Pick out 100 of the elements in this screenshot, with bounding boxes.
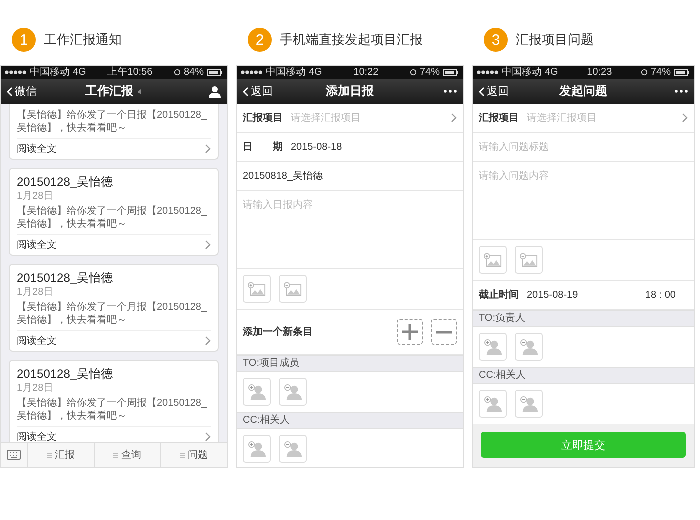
remove-picture-button[interactable] bbox=[515, 246, 543, 274]
person-icon bbox=[284, 440, 302, 458]
chevron-right-icon bbox=[682, 113, 688, 123]
person-icon bbox=[284, 384, 302, 400]
picture-icon bbox=[248, 282, 266, 296]
back-button[interactable]: 返回 bbox=[243, 84, 273, 99]
picture-icon bbox=[484, 252, 502, 268]
battery-icon bbox=[674, 69, 690, 76]
card-title: 20150128_吴怡德 bbox=[17, 174, 114, 190]
remove-picture-button[interactable] bbox=[279, 275, 307, 303]
chevron-right-icon bbox=[205, 336, 211, 346]
section-header: TO:项目成员 bbox=[237, 355, 463, 372]
more-icon[interactable] bbox=[444, 90, 457, 93]
add-picture-button[interactable] bbox=[243, 275, 271, 303]
minus-icon bbox=[436, 330, 452, 334]
tab-button[interactable]: 问题 bbox=[160, 443, 227, 467]
picture-icon bbox=[520, 252, 538, 268]
back-button[interactable]: 返回 bbox=[479, 84, 509, 99]
battery-percent: 84% bbox=[184, 66, 204, 79]
title-field[interactable]: 请输入问题标题 bbox=[479, 142, 688, 152]
person-icon bbox=[248, 440, 266, 458]
picture-icon bbox=[284, 282, 302, 296]
read-more-link[interactable]: 阅读全文 bbox=[17, 238, 57, 252]
plus-icon bbox=[402, 324, 418, 340]
remove-person-button[interactable] bbox=[515, 390, 543, 418]
chevron-left-icon bbox=[479, 86, 485, 96]
menu-icon bbox=[180, 452, 186, 458]
card-title: 20150128_吴怡德 bbox=[17, 270, 114, 286]
step-number: 3 bbox=[484, 28, 508, 52]
person-icon[interactable] bbox=[209, 86, 221, 98]
screen-title: 发起问题 bbox=[560, 83, 608, 100]
add-person-button[interactable] bbox=[479, 390, 507, 418]
card-date: 1月28日 bbox=[17, 382, 55, 395]
network-label: 4G bbox=[73, 66, 86, 79]
step-number: 1 bbox=[12, 28, 36, 52]
project-select[interactable]: 汇报项目 请选择汇报项目 bbox=[473, 104, 694, 133]
status-time: 10:23 bbox=[586, 66, 614, 79]
chevron-right-icon bbox=[451, 113, 457, 123]
title-field[interactable]: 20150818_吴怡德 bbox=[243, 170, 457, 182]
card-message: 【吴怡德】给你发了一个月报【20150128_吴怡德】，快去看看吧～ bbox=[17, 301, 208, 327]
card-message: 【吴怡德】给你发了一个周报【20150128_吴怡德】，快去看看吧～ bbox=[17, 397, 208, 423]
person-icon bbox=[484, 338, 502, 356]
add-person-button[interactable] bbox=[243, 378, 271, 406]
deadline-date[interactable]: 2015-08-19 bbox=[527, 290, 578, 300]
mute-icon bbox=[136, 88, 142, 94]
chevron-left-icon bbox=[7, 86, 13, 96]
person-icon bbox=[520, 338, 538, 356]
back-button[interactable]: 微信 bbox=[7, 84, 37, 99]
more-icon[interactable] bbox=[675, 90, 688, 93]
card-date: 1月28日 bbox=[17, 190, 55, 203]
tab-button[interactable]: 汇报 bbox=[27, 443, 94, 467]
read-more-link[interactable]: 阅读全文 bbox=[17, 430, 57, 442]
signal-icon bbox=[241, 70, 263, 75]
status-time: 10:22 bbox=[352, 66, 380, 79]
menu-icon bbox=[46, 452, 52, 458]
battery-icon bbox=[207, 69, 223, 76]
chevron-left-icon bbox=[243, 86, 249, 96]
step-caption: 汇报项目问题 bbox=[516, 31, 594, 49]
project-field[interactable]: 请选择汇报项目 bbox=[527, 112, 674, 124]
step-caption: 工作汇报通知 bbox=[44, 31, 122, 49]
remove-person-button[interactable] bbox=[515, 333, 543, 361]
card-title: 20150128_吴怡德 bbox=[17, 366, 114, 382]
carrier-label: 中国移动 bbox=[266, 66, 306, 79]
remove-person-button[interactable] bbox=[279, 378, 307, 406]
project-field[interactable]: 请选择汇报项目 bbox=[291, 112, 443, 124]
add-person-button[interactable] bbox=[479, 333, 507, 361]
chevron-right-icon bbox=[205, 240, 211, 250]
remove-item-button[interactable] bbox=[431, 319, 457, 345]
signal-icon bbox=[477, 70, 499, 75]
add-picture-button[interactable] bbox=[479, 246, 507, 274]
battery-percent: 74% bbox=[650, 66, 671, 79]
signal-icon bbox=[5, 70, 27, 75]
menu-icon bbox=[113, 452, 118, 458]
field-label: 截止时间 bbox=[479, 288, 519, 302]
screen-title: 添加日报 bbox=[326, 83, 374, 100]
date-value[interactable]: 2015-08-18 bbox=[291, 142, 342, 152]
add-item-button[interactable] bbox=[397, 319, 423, 345]
field-label: 汇报项目 bbox=[243, 112, 283, 125]
carrier-label: 中国移动 bbox=[30, 66, 70, 79]
deadline-time[interactable]: 18 : 00 bbox=[645, 290, 676, 300]
read-more-link[interactable]: 阅读全文 bbox=[17, 334, 57, 348]
carrier-label: 中国移动 bbox=[502, 66, 542, 79]
person-icon bbox=[484, 396, 502, 412]
add-item-label: 添加一个新条目 bbox=[243, 325, 314, 339]
card-message: 【吴怡德】给你发了一个日报【20150128_吴怡德】，快去看看吧～ bbox=[17, 109, 208, 135]
screen-title: 工作汇报 bbox=[86, 83, 134, 100]
read-more-link[interactable]: 阅读全文 bbox=[17, 142, 57, 156]
field-label: 汇报项目 bbox=[479, 112, 519, 125]
step-caption: 手机端直接发起项目汇报 bbox=[280, 31, 423, 49]
alarm-icon bbox=[174, 69, 181, 76]
network-label: 4G bbox=[545, 66, 558, 79]
add-person-button[interactable] bbox=[243, 435, 271, 463]
remove-person-button[interactable] bbox=[279, 435, 307, 463]
battery-percent: 74% bbox=[420, 66, 440, 79]
card-date: 1月28日 bbox=[17, 286, 55, 299]
alarm-icon bbox=[410, 69, 417, 76]
tab-button[interactable]: 查询 bbox=[94, 443, 160, 467]
section-header: CC:相关人 bbox=[473, 367, 694, 384]
project-select[interactable]: 汇报项目 请选择汇报项目 bbox=[237, 104, 463, 133]
keyboard-icon[interactable] bbox=[7, 450, 21, 460]
